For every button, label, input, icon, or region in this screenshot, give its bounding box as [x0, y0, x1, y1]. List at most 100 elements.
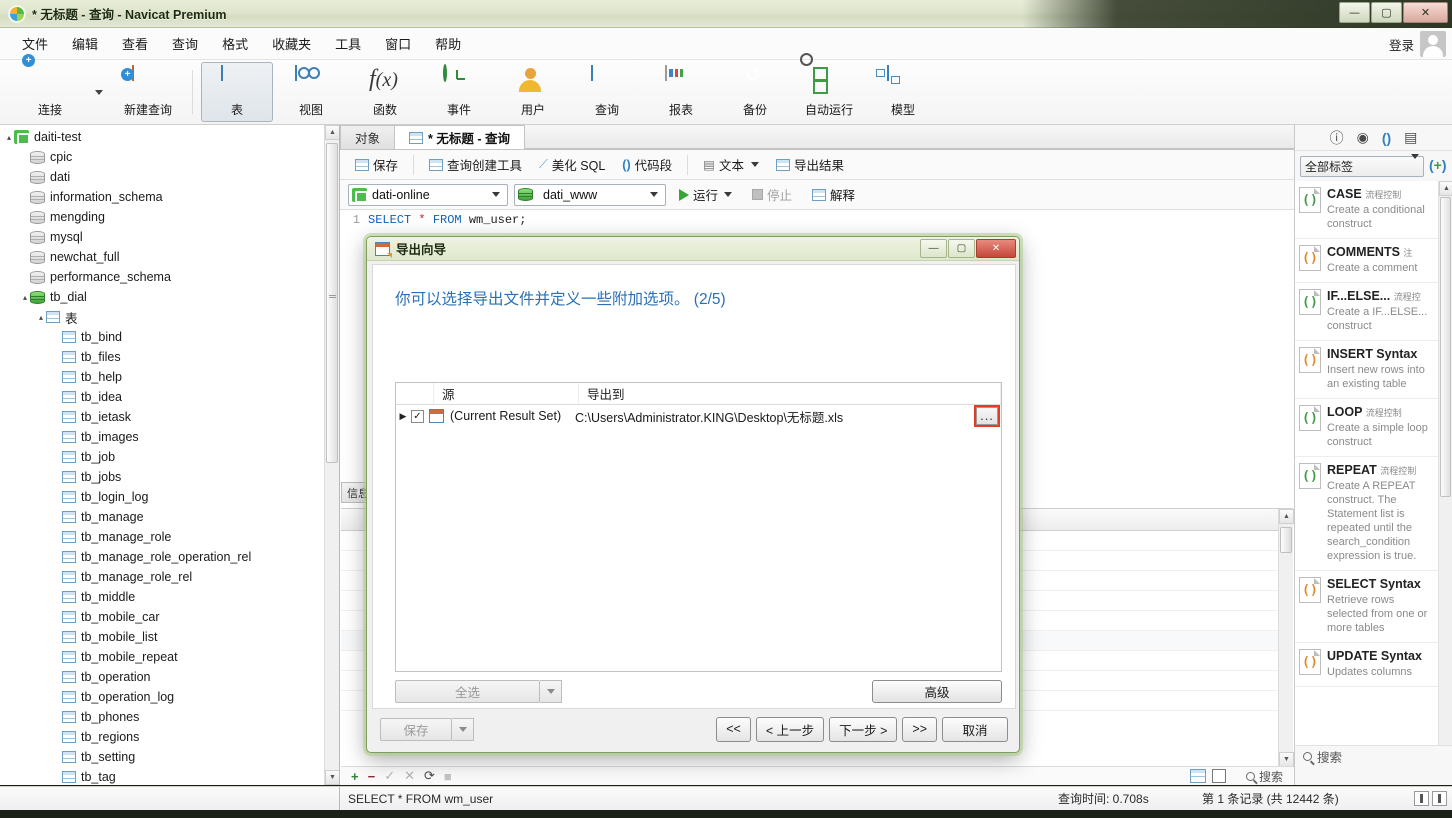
snippets-list[interactable]: ()CASE 流程控制Create a conditional construc… [1295, 181, 1438, 766]
tree-node-tb_dial[interactable]: ▴tb_dial [0, 287, 339, 307]
chevron-down-icon[interactable] [488, 186, 504, 204]
connection-tree-sidebar[interactable]: ▴daiti-testcpicdatiinformation_schemamen… [0, 125, 340, 785]
sidebar-scroll-thumb[interactable] [326, 143, 338, 463]
connection-select[interactable]: dati-online [348, 184, 508, 206]
toolbar-button-函数[interactable]: f(x)函数 [349, 62, 421, 122]
toolbar-button-备份[interactable]: 备份 [719, 62, 791, 122]
tree-node-performance_schema[interactable]: performance_schema [0, 267, 339, 287]
tree-node-表[interactable]: ▴表 [0, 307, 339, 327]
tree-node-cpic[interactable]: cpic [0, 147, 339, 167]
tree-node-information_schema[interactable]: information_schema [0, 187, 339, 207]
tree-node-tb_jobs[interactable]: tb_jobs [0, 467, 339, 487]
select-all-dropdown-icon[interactable] [540, 680, 562, 703]
tree-node-tb_idea[interactable]: tb_idea [0, 387, 339, 407]
snippets-scroll-up-icon[interactable]: ▲ [1439, 181, 1452, 196]
maximize-button[interactable]: ▢ [1371, 2, 1402, 23]
grid-scroll-thumb[interactable] [1280, 527, 1292, 553]
structure-icon[interactable]: ▤ [1404, 129, 1417, 146]
tree-node-tb_manage_role_operation_rel[interactable]: tb_manage_role_operation_rel [0, 547, 339, 567]
database-select[interactable]: dati_www [514, 184, 666, 206]
menu-item-1[interactable]: 编辑 [60, 30, 110, 57]
tree-node-tb_tag[interactable]: tb_tag [0, 767, 339, 785]
add-snippet-icon[interactable]: (+) [1429, 157, 1447, 175]
menu-item-4[interactable]: 格式 [210, 30, 260, 57]
toolbar-button-新建查询[interactable]: +新建查询 [112, 62, 184, 122]
tree-node-tb_mobile_repeat[interactable]: tb_mobile_repeat [0, 647, 339, 667]
sidebar-scroll-down-icon[interactable]: ▼ [325, 770, 340, 785]
toggle-left-pane-icon[interactable] [1414, 791, 1429, 806]
tree-node-tb_phones[interactable]: tb_phones [0, 707, 339, 727]
dialog-close-button[interactable]: ✕ [976, 239, 1016, 258]
tab-untitled-query[interactable]: * 无标题 - 查询 [394, 125, 525, 149]
export-wizard-dialog[interactable]: 导出向导 — ▢ ✕ 你可以选择导出文件并定义一些附加选项。 (2/5) 源 导… [366, 236, 1020, 753]
tree-node-tb_manage[interactable]: tb_manage [0, 507, 339, 527]
grid-vertical-scrollbar[interactable]: ▲ ▼ [1278, 509, 1293, 767]
tree-node-tb_manage_role_rel[interactable]: tb_manage_role_rel [0, 567, 339, 587]
snippet-item-REPEAT[interactable]: ()REPEAT 流程控制Create A REPEAT construct. … [1295, 457, 1438, 571]
snippets-tag-select[interactable]: 全部标签 [1300, 156, 1424, 177]
snippet-item-LOOP[interactable]: ()LOOP 流程控制Create a simple loop construc… [1295, 399, 1438, 457]
query-toolbar-美化 SQL[interactable]: ⟋美化 SQL [532, 152, 612, 177]
toolbar-button-连接[interactable]: +连接 [14, 62, 86, 122]
nav-last-button[interactable]: >> [902, 717, 937, 742]
snippet-item-SELECTSyntax[interactable]: ()SELECT Syntax Retrieve rows selected f… [1295, 571, 1438, 643]
snippets-search[interactable]: 搜索 [1295, 745, 1452, 767]
browse-destination-button[interactable]: ... [976, 407, 998, 425]
code-icon[interactable]: () [1382, 130, 1391, 146]
eye-icon[interactable]: ◉ [1357, 129, 1369, 146]
tree-node-tb_setting[interactable]: tb_setting [0, 747, 339, 767]
tree-node-tb_mobile_car[interactable]: tb_mobile_car [0, 607, 339, 627]
grid-search-label[interactable]: 搜索 [1259, 768, 1283, 785]
snippet-item-UPDATESyntax[interactable]: ()UPDATE Syntax Updates columns [1295, 643, 1438, 687]
toggle-right-pane-icon[interactable] [1432, 791, 1447, 806]
tree-twisty-icon[interactable]: ▴ [36, 313, 46, 322]
query-toolbar-导出结果[interactable]: 导出结果 [769, 152, 851, 177]
tree-node-tb_ietask[interactable]: tb_ietask [0, 407, 339, 427]
login-label[interactable]: 登录 [1389, 35, 1414, 54]
grid-scroll-down-icon[interactable]: ▼ [1279, 752, 1294, 767]
form-view-icon[interactable] [1212, 769, 1226, 783]
avatar[interactable] [1420, 31, 1446, 57]
query-toolbar-查询创建工具[interactable]: 查询创建工具 [422, 152, 529, 177]
grid-scroll-up-icon[interactable]: ▲ [1279, 509, 1294, 524]
query-toolbar-文本[interactable]: ▤文本 [696, 152, 766, 177]
tree-node-tb_bind[interactable]: tb_bind [0, 327, 339, 347]
dialog-save-button[interactable]: 保存 [380, 718, 452, 741]
dialog-save-dropdown-icon[interactable] [452, 718, 474, 741]
tab-objects[interactable]: 对象 [340, 125, 395, 149]
connection-dropdown-icon[interactable] [88, 62, 110, 122]
grid-view-icon[interactable] [1190, 769, 1206, 783]
menu-item-7[interactable]: 窗口 [373, 30, 423, 57]
tree-node-tb_login_log[interactable]: tb_login_log [0, 487, 339, 507]
explain-button[interactable]: 解释 [805, 182, 862, 207]
tree-node-dati[interactable]: dati [0, 167, 339, 187]
tree-node-tb_operation_log[interactable]: tb_operation_log [0, 687, 339, 707]
menu-item-2[interactable]: 查看 [110, 30, 160, 57]
tree-node-mysql[interactable]: mysql [0, 227, 339, 247]
tree-node-newchat_full[interactable]: newchat_full [0, 247, 339, 267]
minimize-button[interactable]: — [1339, 2, 1370, 23]
menu-item-6[interactable]: 工具 [323, 30, 373, 57]
snippets-scrollbar[interactable]: ▲ ▼ [1438, 181, 1452, 766]
menu-item-5[interactable]: 收藏夹 [260, 30, 323, 57]
nav-prev-button[interactable]: < 上一步 [756, 717, 824, 742]
snippet-item-INSERTSyntax[interactable]: ()INSERT Syntax Insert new rows into an … [1295, 341, 1438, 399]
tree-node-tb_manage_role[interactable]: tb_manage_role [0, 527, 339, 547]
tree-node-tb_help[interactable]: tb_help [0, 367, 339, 387]
dialog-minimize-button[interactable]: — [920, 239, 947, 258]
query-toolbar-保存[interactable]: 保存 [348, 152, 405, 177]
refresh-icon[interactable]: ⟳ [424, 768, 435, 784]
tree-node-tb_regions[interactable]: tb_regions [0, 727, 339, 747]
text-dropdown-icon[interactable] [751, 162, 759, 167]
close-button[interactable]: ✕ [1403, 2, 1448, 23]
query-toolbar-代码段[interactable]: ()代码段 [615, 152, 679, 177]
tree-node-tb_images[interactable]: tb_images [0, 427, 339, 447]
export-targets-table[interactable]: 源 导出到 ▶ ✓ (Current Result Set) C:\Users\… [395, 382, 1002, 672]
run-button[interactable]: 运行 [672, 182, 739, 207]
menu-item-8[interactable]: 帮助 [423, 30, 473, 57]
snippet-item-COMMENTS[interactable]: ()COMMENTS 注Create a comment [1295, 239, 1438, 283]
select-all-button[interactable]: 全选 [395, 680, 540, 703]
snippet-item-CASE[interactable]: ()CASE 流程控制Create a conditional construc… [1295, 181, 1438, 239]
run-dropdown-icon[interactable] [724, 192, 732, 197]
toolbar-button-模型[interactable]: 模型 [867, 62, 939, 122]
